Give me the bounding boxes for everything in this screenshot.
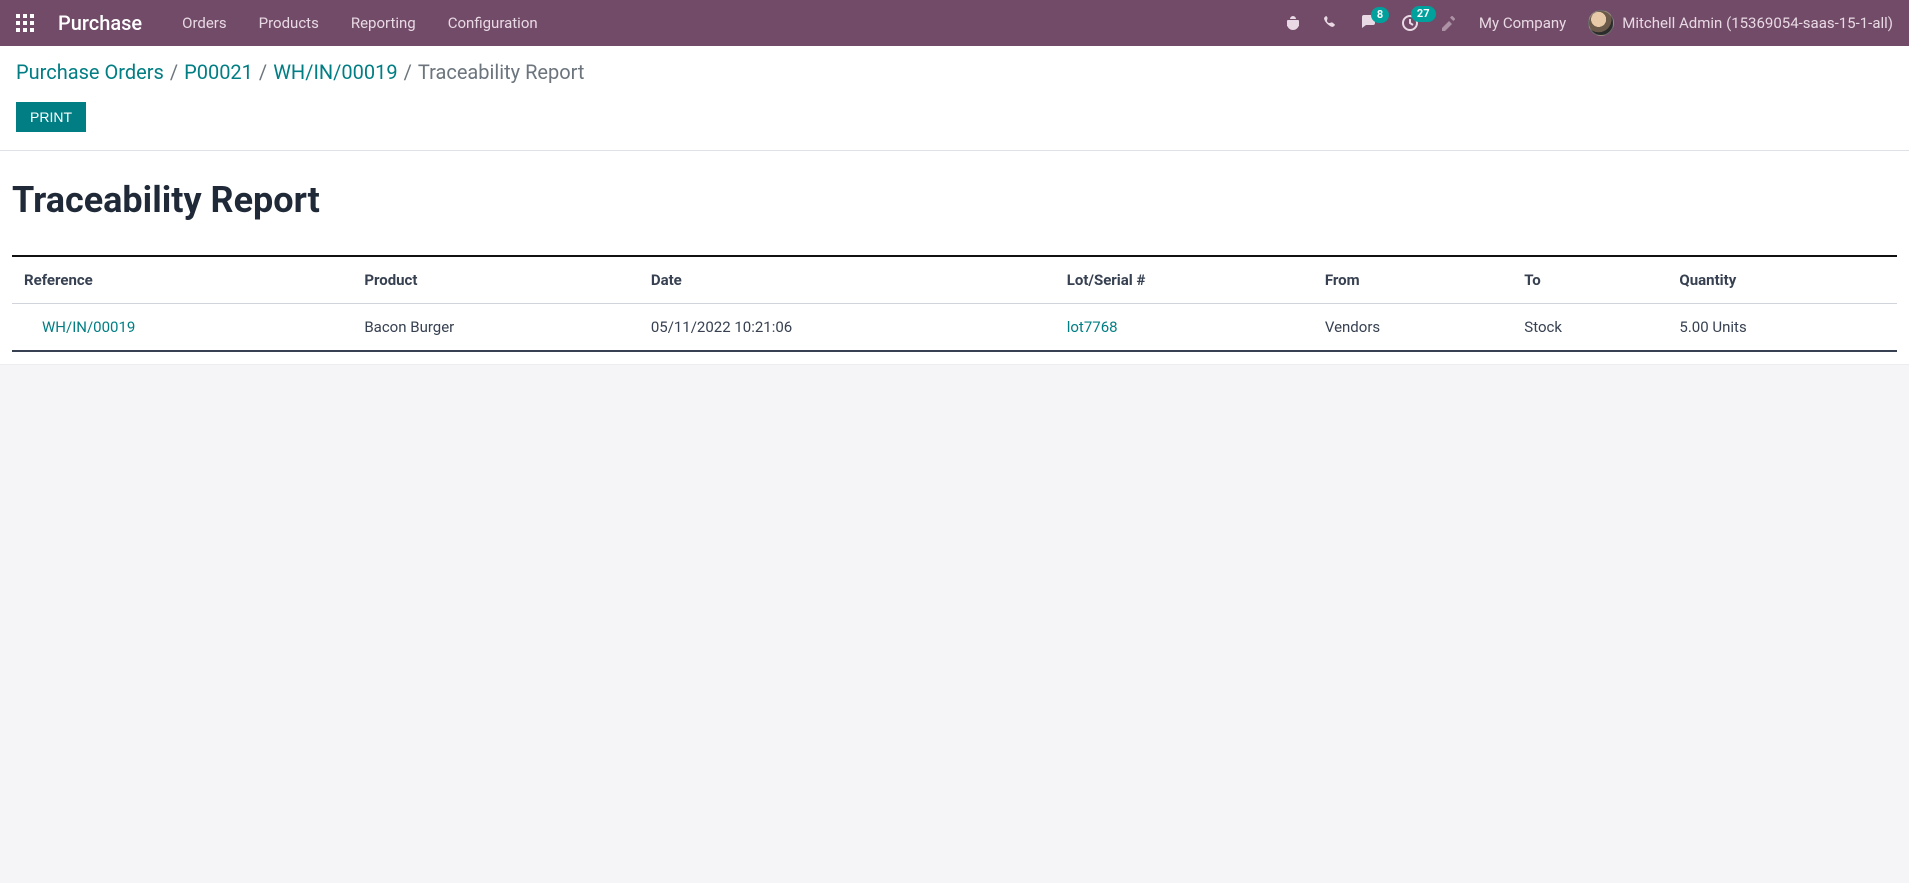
report-content: Traceability Report Reference Product Da… <box>0 151 1909 364</box>
col-to: To <box>1512 256 1667 304</box>
control-panel-buttons: PRINT <box>16 102 1893 132</box>
messages-badge: 8 <box>1371 7 1389 23</box>
print-button[interactable]: PRINT <box>16 102 86 132</box>
col-date: Date <box>639 256 1055 304</box>
table-row: WH/IN/00019 Bacon Burger 05/11/2022 10:2… <box>12 304 1897 352</box>
control-panel: Purchase Orders / P00021 / WH/IN/00019 /… <box>0 46 1909 151</box>
content-wrapper: Traceability Report Reference Product Da… <box>0 151 1909 364</box>
tools-icon[interactable] <box>1441 15 1457 31</box>
report-title: Traceability Report <box>12 179 1897 221</box>
app-title[interactable]: Purchase <box>58 11 142 35</box>
cell-quantity: 5.00 Units <box>1667 304 1897 352</box>
menu-reporting[interactable]: Reporting <box>351 14 416 32</box>
breadcrumb: Purchase Orders / P00021 / WH/IN/00019 /… <box>16 60 1893 84</box>
cell-lot: lot7768 <box>1055 304 1313 352</box>
activities-icon[interactable]: 27 <box>1401 14 1419 32</box>
cell-from: Vendors <box>1313 304 1512 352</box>
company-switcher[interactable]: My Company <box>1479 14 1566 32</box>
breadcrumb-p00021[interactable]: P00021 <box>184 60 253 84</box>
user-name: Mitchell Admin (15369054-saas-15-1-all) <box>1622 14 1893 32</box>
col-product: Product <box>352 256 639 304</box>
lot-link[interactable]: lot7768 <box>1067 318 1118 336</box>
main-navbar: Purchase Orders Products Reporting Confi… <box>0 0 1909 46</box>
menu-products[interactable]: Products <box>259 14 319 32</box>
breadcrumb-separator: / <box>404 60 412 84</box>
messages-icon[interactable]: 8 <box>1361 15 1379 31</box>
breadcrumb-separator: / <box>259 60 267 84</box>
menu-configuration[interactable]: Configuration <box>448 14 538 32</box>
cell-reference: WH/IN/00019 <box>12 304 352 352</box>
table-header-row: Reference Product Date Lot/Serial # From… <box>12 256 1897 304</box>
bug-icon[interactable] <box>1285 15 1301 31</box>
nav-menu: Orders Products Reporting Configuration <box>182 14 538 32</box>
breadcrumb-whin00019[interactable]: WH/IN/00019 <box>273 60 397 84</box>
avatar <box>1588 10 1614 36</box>
cell-product: Bacon Burger <box>352 304 639 352</box>
apps-icon[interactable] <box>16 14 34 32</box>
col-quantity: Quantity <box>1667 256 1897 304</box>
reference-link[interactable]: WH/IN/00019 <box>42 318 135 336</box>
activities-badge: 27 <box>1411 6 1436 22</box>
phone-icon[interactable] <box>1323 15 1339 31</box>
breadcrumb-current: Traceability Report <box>418 60 585 84</box>
navbar-right: 8 27 My Company Mitchell Admin (15369054… <box>1285 10 1893 36</box>
cell-date: 05/11/2022 10:21:06 <box>639 304 1055 352</box>
col-lot: Lot/Serial # <box>1055 256 1313 304</box>
user-menu[interactable]: Mitchell Admin (15369054-saas-15-1-all) <box>1588 10 1893 36</box>
menu-orders[interactable]: Orders <box>182 14 227 32</box>
cell-to: Stock <box>1512 304 1667 352</box>
col-reference: Reference <box>12 256 352 304</box>
breadcrumb-purchase-orders[interactable]: Purchase Orders <box>16 60 164 84</box>
breadcrumb-separator: / <box>170 60 178 84</box>
col-from: From <box>1313 256 1512 304</box>
navbar-left: Purchase Orders Products Reporting Confi… <box>16 11 538 35</box>
traceability-table: Reference Product Date Lot/Serial # From… <box>12 255 1897 352</box>
